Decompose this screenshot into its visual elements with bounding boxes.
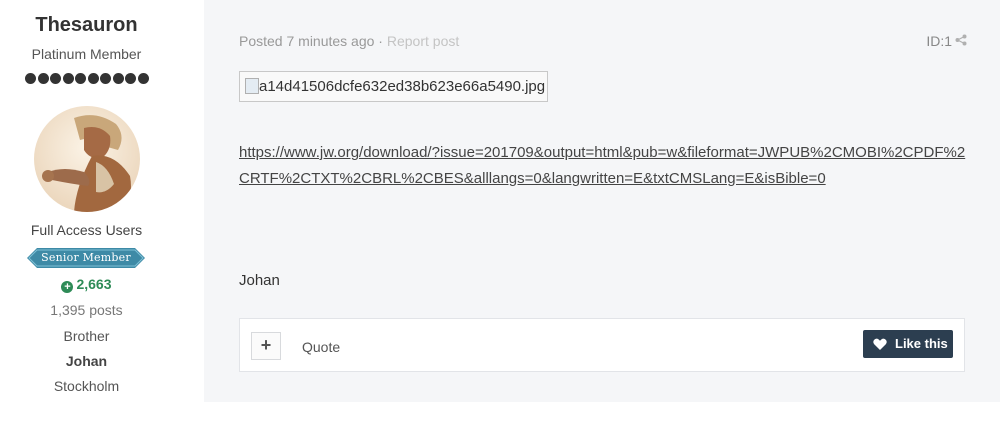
post-signature: Johan — [239, 272, 280, 289]
avatar[interactable] — [34, 106, 140, 212]
quote-button[interactable]: Quote — [302, 339, 340, 355]
broken-image[interactable]: a14d41506dcfe632ed38b623e66a5490.jpg — [239, 71, 548, 102]
member-group: Full Access Users — [30, 222, 143, 238]
post-timestamp[interactable]: Posted 7 minutes ago — [239, 33, 374, 49]
post-content-area: Posted 7 minutes ago · Report post ID:1 … — [204, 0, 1000, 402]
share-icon[interactable] — [955, 34, 967, 46]
reputation-plus-icon: + — [61, 281, 74, 293]
rank-pip — [75, 73, 86, 84]
rank-pip — [100, 73, 111, 84]
rank-pips — [25, 73, 149, 87]
author-panel: Thesauron Platinum Member Full Access Us… — [0, 0, 204, 422]
rank-pip — [62, 73, 74, 84]
author-name-link[interactable]: Thesauron — [0, 14, 173, 37]
jw-download-link[interactable]: https://www.jw.org/download/?issue=20170… — [239, 140, 969, 192]
rank-pip — [50, 73, 61, 84]
like-button[interactable]: Like this — [863, 330, 953, 358]
report-post-link[interactable]: Report post — [387, 33, 459, 49]
like-button-label: Like this — [895, 336, 948, 351]
heart-icon — [873, 338, 887, 350]
rank-pip — [25, 73, 36, 84]
rank-pip — [137, 73, 149, 84]
post-count: 1,395 posts — [50, 302, 123, 318]
profile-field-brother: Brother — [63, 328, 110, 344]
badge-label: Senior Member — [41, 251, 131, 264]
reputation: +2,663 — [0, 276, 173, 293]
profile-field-name: Johan — [65, 353, 108, 369]
post-controls: + Quote Like this — [239, 318, 965, 372]
rank-pip — [87, 73, 99, 84]
post-id-label: ID:1 — [926, 33, 952, 49]
rank-pip — [37, 73, 49, 84]
member-badge: Senior Member — [27, 248, 145, 268]
image-alt-text: a14d41506dcfe632ed38b623e66a5490.jpg — [259, 78, 546, 95]
rank-pip — [125, 73, 136, 84]
reputation-value: 2,663 — [76, 276, 112, 292]
meta-separator: · — [374, 33, 387, 49]
avatar-image — [34, 106, 140, 212]
broken-image-icon — [245, 78, 259, 94]
multiquote-plus-button[interactable]: + — [251, 332, 281, 360]
author-rank-title: Platinum Member — [31, 46, 142, 62]
post-meta: Posted 7 minutes ago · Report post — [239, 33, 459, 49]
profile-field-location: Stockholm — [53, 378, 120, 394]
rank-pip — [112, 73, 124, 84]
